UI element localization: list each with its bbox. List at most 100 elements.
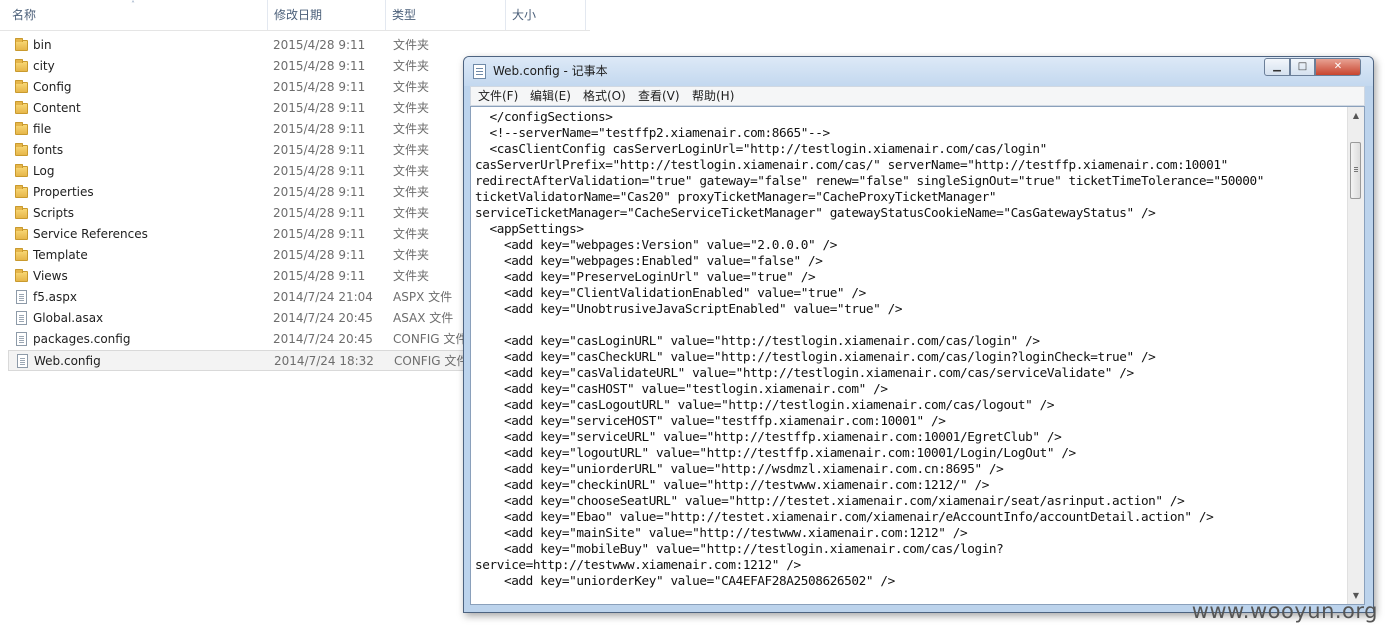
text-line: <add key="Ebao" value="http://testet.xia… [475,509,1214,524]
file-type: 文件夹 [393,122,430,136]
file-type: 文件夹 [393,206,430,220]
file-name: Global.asax [33,311,104,325]
close-button[interactable]: ✕ [1315,58,1361,76]
folder-icon [15,38,29,52]
file-row[interactable]: Properties 2015/4/28 9:11 文件夹 [0,182,470,203]
file-icon [15,311,29,325]
column-header-name[interactable]: 名称 [6,0,268,30]
watermark: www.wooyun.org [1191,599,1378,623]
text-line: <add key="uniorderKey" value="CA4EFAF28A… [475,573,895,588]
folder-icon [15,164,29,178]
file-date: 2015/4/28 9:11 [273,248,366,262]
text-line: ticketValidatorName="Cas20" proxyTicketM… [475,189,997,204]
scroll-up-icon[interactable]: ▲ [1348,107,1364,124]
folder-icon [15,248,29,262]
text-line: <add key="casLoginURL" value="http://tes… [475,333,1040,348]
file-date: 2014/7/24 20:45 [273,311,373,325]
file-row[interactable]: bin 2015/4/28 9:11 文件夹 [0,35,470,56]
file-row[interactable]: fonts 2015/4/28 9:11 文件夹 [0,140,470,161]
file-type: 文件夹 [393,59,430,73]
file-icon [15,332,29,346]
column-header-type[interactable]: 类型 [386,0,506,30]
folder-icon [15,143,29,157]
file-name: Service References [33,227,148,241]
file-type: 文件夹 [393,143,430,157]
text-line: <add key="UnobtrusiveJavaScriptEnabled" … [475,301,903,316]
file-date: 2015/4/28 9:11 [273,38,366,52]
file-icon [15,290,29,304]
folder-icon [15,269,29,283]
menu-bar: 文件(F) 编辑(E) 格式(O) 查看(V) 帮助(H) [470,86,1365,106]
file-name: Scripts [33,206,75,220]
text-line: <add key="casValidateURL" value="http://… [475,365,1134,380]
file-name: Content [33,101,81,115]
text-line: <add key="ClientValidationEnabled" value… [475,285,866,300]
menu-file[interactable]: 文件(F) [478,87,518,105]
file-type: ASPX 文件 [393,290,453,304]
text-line: </configSections> [475,109,613,124]
file-name: Web.config [34,354,101,368]
file-name: fonts [33,143,64,157]
text-line: <add key="PreserveLoginUrl" value="true"… [475,269,816,284]
file-type: 文件夹 [393,80,430,94]
file-date: 2015/4/28 9:11 [273,59,366,73]
file-row[interactable]: Global.asax 2014/7/24 20:45 ASAX 文件 [0,308,470,329]
maximize-button[interactable]: □ [1290,58,1315,76]
file-row[interactable]: Web.config 2014/7/24 18:32 CONFIG 文件 [8,350,472,371]
file-row[interactable]: Scripts 2015/4/28 9:11 文件夹 [0,203,470,224]
folder-icon [15,59,29,73]
file-row[interactable]: Content 2015/4/28 9:11 文件夹 [0,98,470,119]
file-row[interactable]: city 2015/4/28 9:11 文件夹 [0,56,470,77]
folder-icon [15,227,29,241]
column-headers: 名称 修改日期 类型 大小 ˄ [0,0,590,31]
file-date: 2015/4/28 9:11 [273,164,366,178]
menu-edit[interactable]: 编辑(E) [530,87,571,105]
file-date: 2015/4/28 9:11 [273,227,366,241]
minimize-button[interactable]: ▁ [1264,58,1290,76]
text-line: serviceTicketManager="CacheServiceTicket… [475,205,1156,220]
file-date: 2015/4/28 9:11 [273,206,366,220]
file-type: 文件夹 [393,269,430,283]
text-line: <add key="casHOST" value="testlogin.xiam… [475,381,888,396]
text-editor[interactable]: </configSections> <!--serverName="testff… [470,106,1365,605]
file-type: 文件夹 [393,38,430,52]
file-type: 文件夹 [393,227,430,241]
folder-icon [15,122,29,136]
text-line: <add key="chooseSeatURL" value="http://t… [475,493,1185,508]
file-date: 2014/7/24 18:32 [274,354,374,368]
file-name: Template [33,248,88,262]
file-row[interactable]: file 2015/4/28 9:11 文件夹 [0,119,470,140]
file-name: file [33,122,52,136]
file-row[interactable]: Log 2015/4/28 9:11 文件夹 [0,161,470,182]
menu-format[interactable]: 格式(O) [583,87,626,105]
menu-help[interactable]: 帮助(H) [692,87,734,105]
column-header-date[interactable]: 修改日期 [268,0,386,30]
text-line: <add key="casLogoutURL" value="http://te… [475,397,1055,412]
file-type: CONFIG 文件 [393,332,468,346]
file-row[interactable]: Template 2015/4/28 9:11 文件夹 [0,245,470,266]
folder-icon [15,80,29,94]
file-row[interactable]: packages.config 2014/7/24 20:45 CONFIG 文件 [0,329,470,350]
text-line [475,317,1345,333]
file-row[interactable]: Views 2015/4/28 9:11 文件夹 [0,266,470,287]
text-line: redirectAfterValidation="true" gateway="… [475,173,1264,188]
text-line: <add key="webpages:Version" value="2.0.0… [475,237,837,252]
file-name: Log [33,164,55,178]
file-type: 文件夹 [393,101,430,115]
file-row[interactable]: Config 2015/4/28 9:11 文件夹 [0,77,470,98]
file-type: ASAX 文件 [393,311,454,325]
text-line: <add key="checkinURL" value="http://test… [475,477,989,492]
text-line: <add key="serviceHOST" value="testffp.xi… [475,413,946,428]
vertical-scrollbar[interactable]: ▲ ▼ [1347,107,1364,604]
menu-view[interactable]: 查看(V) [638,87,680,105]
editor-content[interactable]: </configSections> <!--serverName="testff… [475,109,1345,589]
notepad-icon[interactable] [473,64,486,79]
scroll-thumb[interactable] [1350,142,1361,199]
column-header-size[interactable]: 大小 [506,0,586,30]
file-name: Properties [33,185,94,199]
file-date: 2015/4/28 9:11 [273,185,366,199]
file-row[interactable]: f5.aspx 2014/7/24 21:04 ASPX 文件 [0,287,470,308]
file-row[interactable]: Service References 2015/4/28 9:11 文件夹 [0,224,470,245]
title-bar[interactable]: Web.config - 记事本 ▁ □ ✕ [464,57,1373,86]
file-icon [16,354,30,368]
